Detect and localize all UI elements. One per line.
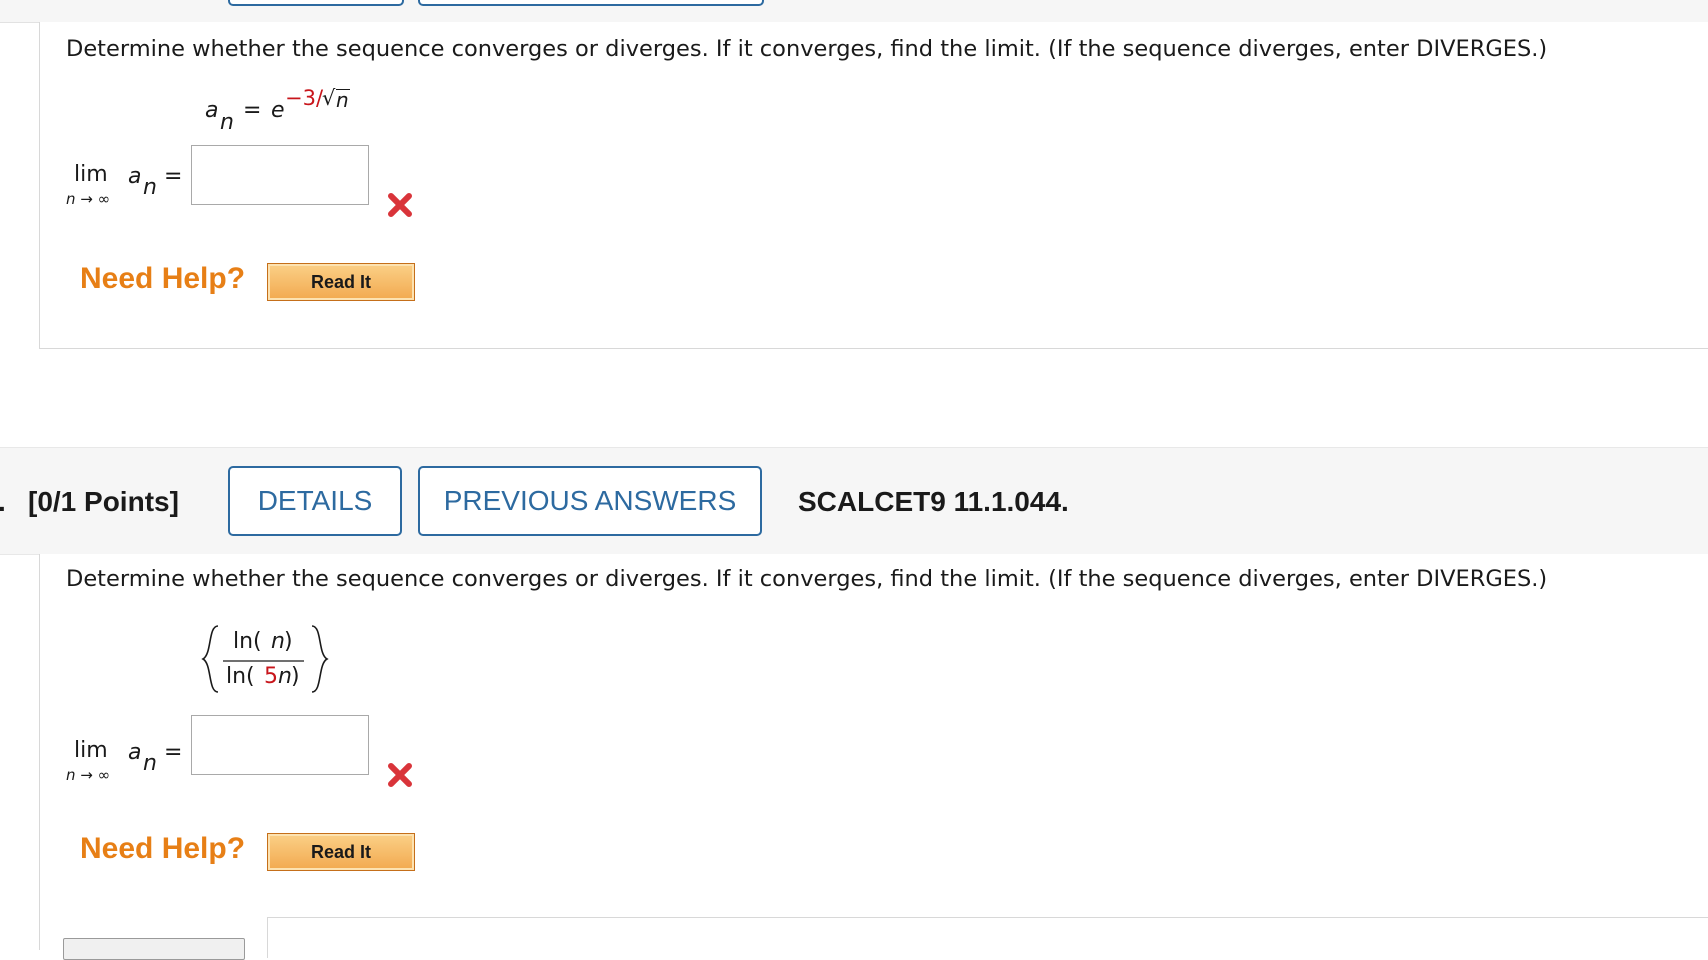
lim-word: lim bbox=[74, 162, 108, 187]
formula-equals: = bbox=[243, 98, 262, 123]
formula-lhs-sub: n bbox=[220, 110, 234, 135]
lim-under: n → ∞ bbox=[66, 766, 111, 784]
lim-sub: n bbox=[143, 751, 157, 776]
formula-exponent-var: n bbox=[336, 88, 349, 112]
previous-details-button-remnant[interactable] bbox=[228, 0, 404, 6]
question-1-formula: a n = e −3/ √ n bbox=[205, 86, 365, 136]
denominator-fn: ln( bbox=[226, 664, 255, 689]
numerator-var: n bbox=[271, 629, 285, 654]
submit-answer-button-remnant[interactable] bbox=[63, 938, 245, 960]
question-2-limit-label: lim a n n → ∞ = bbox=[66, 736, 186, 786]
points-label: [0/1 Points] bbox=[28, 486, 179, 517]
denominator-coefficient: 5 bbox=[264, 664, 278, 689]
formula-base: e bbox=[271, 98, 285, 123]
problem-reference: SCALCET9 11.1.044. bbox=[798, 486, 1069, 517]
question-1-prompt: Determine whether the sequence converges… bbox=[66, 36, 1548, 62]
lim-var: a bbox=[128, 740, 142, 765]
question-2-formula: ln( n ) ln( 5 n ) bbox=[200, 624, 330, 694]
x-mark-icon bbox=[388, 763, 412, 787]
formula-exponent-radical: √ bbox=[322, 86, 336, 110]
read-it-button[interactable]: Read It bbox=[267, 833, 415, 871]
question-number-fragment: . bbox=[0, 486, 6, 518]
lim-word: lim bbox=[74, 738, 108, 763]
lim-sub: n bbox=[143, 175, 157, 200]
need-help-label: Need Help? bbox=[80, 832, 246, 865]
details-button[interactable]: DETAILS bbox=[228, 466, 402, 536]
denominator-var: n bbox=[278, 664, 292, 689]
x-mark-icon bbox=[388, 193, 412, 217]
question-1-limit-label: lim a n n → ∞ = bbox=[66, 160, 186, 210]
lim-under: n → ∞ bbox=[66, 190, 111, 208]
previous-answers-button-remnant[interactable] bbox=[418, 0, 764, 6]
answer-input[interactable] bbox=[191, 715, 369, 775]
answer-input[interactable] bbox=[191, 145, 369, 205]
numerator-fn: ln( bbox=[233, 629, 262, 654]
lim-equals: = bbox=[164, 740, 183, 765]
formula-lhs-var: a bbox=[205, 98, 219, 123]
lim-equals: = bbox=[164, 164, 183, 189]
lim-var: a bbox=[128, 164, 142, 189]
formula-exponent-coefficient: −3/ bbox=[285, 86, 324, 110]
denominator-close: ) bbox=[291, 664, 300, 689]
need-help-label: Need Help? bbox=[80, 262, 246, 295]
numerator-close: ) bbox=[284, 629, 293, 654]
read-it-button[interactable]: Read It bbox=[267, 263, 415, 301]
previous-answers-button[interactable]: PREVIOUS ANSWERS bbox=[418, 466, 762, 536]
notes-panel-remnant bbox=[267, 917, 1708, 958]
question-2-prompt: Determine whether the sequence converges… bbox=[66, 566, 1548, 592]
